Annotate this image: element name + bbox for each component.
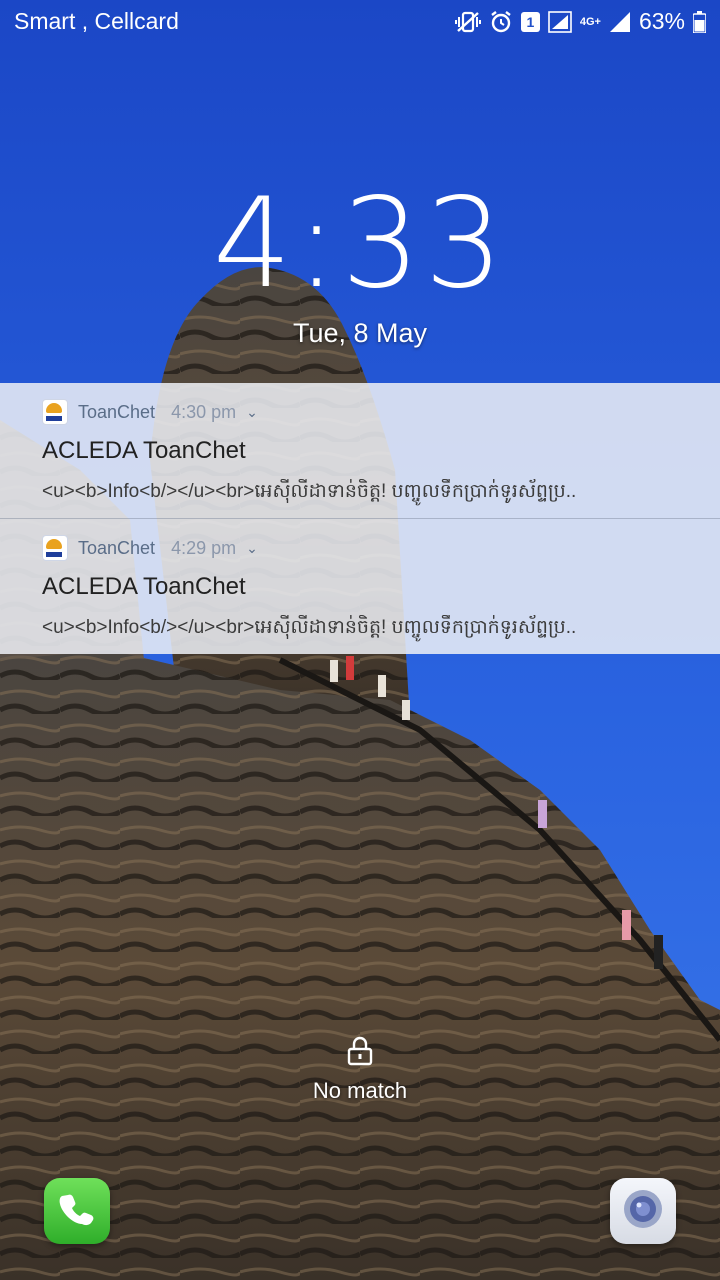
- notification-header: ToanChet 4:29 pm ⌄: [42, 535, 258, 561]
- battery-percent: 63%: [638, 8, 685, 34]
- notification-title: ACLEDA ToanChet: [42, 437, 246, 464]
- lock-status-text: No match: [312, 1078, 408, 1103]
- notification-time: 4:29 pm: [171, 537, 237, 558]
- network-type-label: 4G+: [579, 15, 601, 28]
- acleda-app-icon: [42, 535, 68, 561]
- notification-body: <u><b>Info<b/></u><br>អេស៊ីលីដាទាន់ចិត្ត…: [42, 617, 577, 638]
- notification-body: <u><b>Info<b/></u><br>អេស៊ីលីដាទាន់ចិត្ត…: [42, 481, 577, 502]
- lockscreen-date: Tue, 8 May: [292, 318, 428, 348]
- signal-icon: [609, 11, 631, 33]
- notification-app-name: ToanChet: [78, 537, 156, 558]
- alarm-icon: [489, 10, 513, 34]
- camera-shortcut-button[interactable]: [610, 1178, 676, 1244]
- expand-chevron-icon[interactable]: ⌄: [246, 404, 258, 421]
- notification-title: ACLEDA ToanChet: [42, 573, 246, 600]
- status-icons: 1 4G+ 63%: [454, 8, 706, 35]
- phone-shortcut-button[interactable]: [44, 1178, 110, 1244]
- notification-card[interactable]: ToanChet 4:29 pm ⌄ ACLEDA ToanChet <u><b…: [0, 518, 720, 654]
- notification-time: 4:30 pm: [171, 401, 237, 422]
- lock-icon: [347, 1036, 373, 1071]
- notification-card[interactable]: ToanChet 4:30 pm ⌄ ACLEDA ToanChet <u><b…: [0, 383, 720, 518]
- camera-icon: [621, 1187, 665, 1236]
- acleda-app-icon: [42, 399, 68, 425]
- vibrate-mute-icon: [454, 11, 481, 33]
- wifi-calling-signal-icon: [548, 10, 572, 33]
- lockscreen-clock: 4:33: [212, 172, 508, 316]
- expand-chevron-icon[interactable]: ⌄: [246, 540, 258, 557]
- status-bar: Smart , Cellcard 1 4G+ 63%: [0, 0, 720, 44]
- notification-app-name: ToanChet: [78, 401, 156, 422]
- phone-icon: [57, 1189, 97, 1234]
- battery-icon: [693, 10, 706, 33]
- notification-panel: ToanChet 4:30 pm ⌄ ACLEDA ToanChet <u><b…: [0, 383, 720, 654]
- notification-header: ToanChet 4:30 pm ⌄: [42, 399, 258, 425]
- carrier-label: Smart , Cellcard: [14, 8, 179, 34]
- sim-badge: 1: [520, 11, 540, 32]
